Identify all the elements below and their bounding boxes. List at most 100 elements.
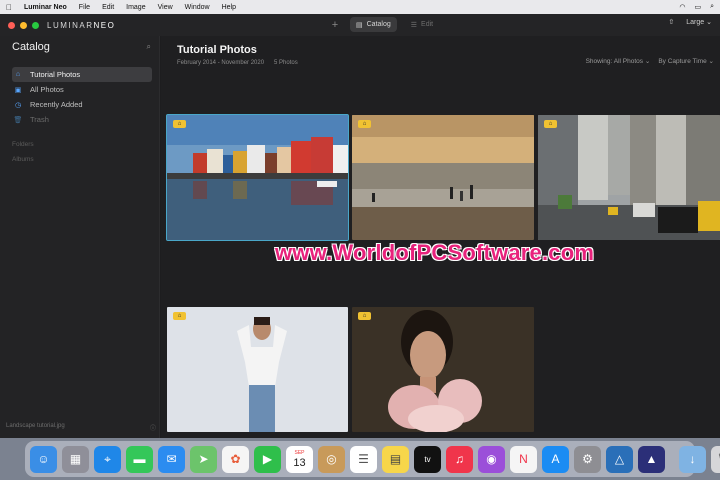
sidebar-title: Catalog: [12, 41, 50, 53]
contacts-icon[interactable]: ◎: [318, 445, 345, 473]
search-icon[interactable]: ⌕: [710, 3, 714, 11]
tab-catalog[interactable]: ▤ Catalog: [350, 17, 397, 32]
clock-icon: ◷: [14, 101, 22, 109]
edit-icon: ☰: [410, 21, 418, 29]
music-icon[interactable]: ♫: [446, 445, 473, 473]
gallery-photo-count: 5 Photos: [274, 60, 298, 66]
catalog-icon: ▤: [356, 21, 363, 29]
sidebar-item-label: Tutorial Photos: [30, 70, 81, 79]
tutorial-badge-icon: ⌂: [358, 312, 371, 320]
harbor-photo: [167, 115, 348, 240]
luminar-neo-icon[interactable]: ▲: [638, 445, 665, 473]
trash-icon: 🗑︎: [13, 116, 23, 124]
gallery-controls: Showing: All Photos ⌄ By Capture Time ⌄: [586, 57, 714, 65]
info-icon[interactable]: ⓘ: [150, 423, 156, 432]
menu-app-name[interactable]: Luminar Neo: [24, 4, 67, 11]
sidebar-item-label: Recently Added: [30, 100, 83, 109]
downloads-folder-icon[interactable]: ↓: [679, 445, 706, 473]
sidebar-section-albums[interactable]: Albums: [0, 152, 159, 167]
menu-file[interactable]: File: [79, 4, 90, 11]
portrait-pink-photo: [352, 307, 534, 432]
launchpad-icon[interactable]: ▦: [62, 445, 89, 473]
safari-icon[interactable]: ⌖: [94, 445, 121, 473]
maps-icon[interactable]: ➤: [190, 445, 217, 473]
menu-edit[interactable]: Edit: [102, 4, 114, 11]
finder-icon[interactable]: ☺: [30, 445, 57, 473]
tutorial-badge-icon: ⌂: [173, 120, 186, 128]
photos-app-icon[interactable]: ✿: [222, 445, 249, 473]
messages-icon[interactable]: ▬: [126, 445, 153, 473]
trash-bin-icon[interactable]: 🗑︎: [711, 445, 720, 473]
photo-thumbnail-portrait-pink[interactable]: ⌂: [352, 307, 534, 432]
sidebar-section-folders[interactable]: Folders: [0, 137, 159, 152]
menu-image[interactable]: Image: [126, 4, 145, 11]
apple-icon[interactable]: : [6, 3, 12, 12]
sidebar-list: ⌂ Tutorial Photos ▣ All Photos ◷ Recentl…: [0, 67, 159, 127]
news-icon[interactable]: N: [510, 445, 537, 473]
search-icon[interactable]: ⌕: [147, 42, 151, 52]
tab-catalog-label: Catalog: [366, 21, 391, 28]
share-icon[interactable]: ⇧: [668, 18, 674, 26]
city-photo: [538, 115, 720, 240]
sort-dropdown[interactable]: By Capture Time ⌄: [658, 57, 714, 65]
photo-thumbnail-portrait-white[interactable]: ⌂: [167, 307, 348, 432]
photo-thumbnail-harbor[interactable]: ⌂: [166, 114, 349, 241]
window-controls: [8, 21, 39, 29]
tutorial-badge-icon: ⌂: [358, 120, 371, 128]
tv-label: tv: [424, 454, 431, 464]
menu-view[interactable]: View: [158, 4, 173, 11]
gallery: Tutorial Photos February 2014 - November…: [161, 36, 720, 438]
add-photos-button[interactable]: +: [328, 19, 342, 31]
titlebar-right-tools: ⇧ Large ⌄: [668, 18, 712, 26]
reminders-icon[interactable]: ☰: [350, 445, 377, 473]
podcasts-icon[interactable]: ◉: [478, 445, 505, 473]
menu-bar:  Luminar Neo File Edit Image View Windo…: [0, 0, 720, 14]
menu-status-area: ◠ ▭ ⌕: [679, 3, 714, 11]
tab-edit[interactable]: ☰ Edit: [405, 17, 439, 32]
size-dropdown-label: Large: [686, 19, 705, 26]
wifi-icon[interactable]: ◠: [679, 3, 685, 11]
mail-icon[interactable]: ✉: [158, 445, 185, 473]
photo-thumbnail-city[interactable]: ⌂: [538, 115, 720, 240]
brand-prefix: LUMINAR: [47, 20, 94, 30]
selected-file-name: Landscape tutorial.jpg: [6, 423, 65, 429]
sidebar-item-recently-added[interactable]: ◷ Recently Added: [12, 97, 152, 112]
tutorial-badge-icon: ⌂: [173, 312, 186, 320]
tutorial-badge-icon: ⌂: [544, 120, 557, 128]
gallery-subtitle: February 2014 - November 2020 5 Photos: [177, 60, 298, 66]
title-bar: LUMINARNEO + ▤ Catalog ☰ Edit ⇧ Large ⌄: [0, 14, 720, 36]
gallery-date-range: February 2014 - November 2020: [177, 60, 265, 66]
portrait-white-photo: [167, 307, 348, 432]
menu-window[interactable]: Window: [185, 4, 210, 11]
app-logo: LUMINARNEO: [47, 21, 115, 30]
graduation-cap-icon: ⌂: [15, 71, 21, 78]
notes-icon[interactable]: ▤: [382, 445, 409, 473]
calendar-day: 13: [293, 456, 306, 469]
app-store-icon[interactable]: A: [542, 445, 569, 473]
sidebar-item-label: All Photos: [30, 85, 64, 94]
sidebar-header: Catalog ⌕: [0, 36, 159, 53]
photo-thumbnail-beach[interactable]: ⌂: [352, 115, 534, 240]
calendar-icon[interactable]: SEP 13: [286, 445, 313, 473]
sidebar-item-label: Trash: [30, 115, 49, 124]
watermark-text: www.WorldofPCSoftware.com: [275, 240, 595, 265]
luminar-icon[interactable]: △: [606, 445, 633, 473]
sidebar-footer: Landscape tutorial.jpg ⓘ: [6, 423, 156, 432]
minimize-window-button[interactable]: [20, 21, 27, 29]
facetime-icon[interactable]: ▶: [254, 445, 281, 473]
showing-filter-label: Showing: All Photos: [585, 58, 644, 65]
system-preferences-icon[interactable]: ⚙: [574, 445, 601, 473]
screen-mirror-icon[interactable]: ▭: [694, 3, 701, 11]
sidebar-item-all-photos[interactable]: ▣ All Photos: [12, 82, 152, 97]
close-window-button[interactable]: [8, 21, 15, 29]
menu-help[interactable]: Help: [222, 4, 236, 11]
sidebar-item-trash[interactable]: 🗑︎ Trash: [12, 112, 152, 127]
showing-filter-dropdown[interactable]: Showing: All Photos ⌄: [586, 57, 651, 65]
beach-photo: [352, 115, 534, 240]
sidebar-item-tutorial-photos[interactable]: ⌂ Tutorial Photos: [12, 67, 152, 82]
chevron-down-icon: ⌄: [706, 19, 712, 26]
zoom-window-button[interactable]: [32, 21, 39, 29]
tv-icon[interactable]: tv: [414, 445, 441, 473]
size-dropdown[interactable]: Large ⌄: [686, 18, 712, 26]
app-window: LUMINARNEO + ▤ Catalog ☰ Edit ⇧ Large ⌄ …: [0, 14, 720, 438]
